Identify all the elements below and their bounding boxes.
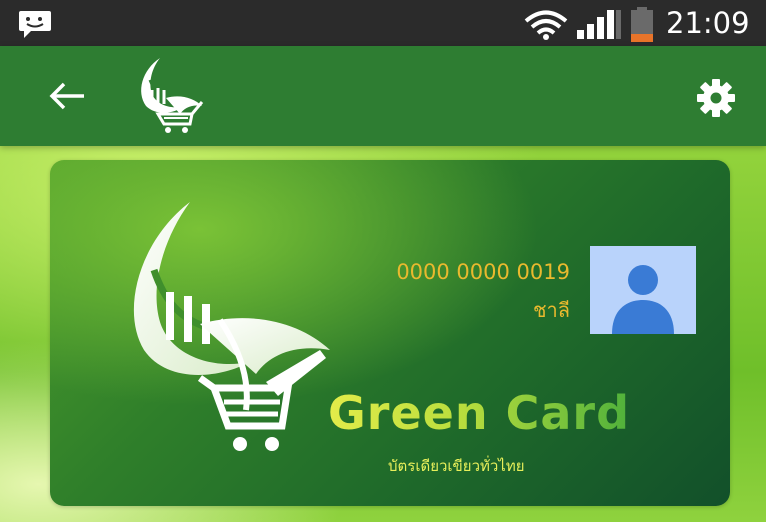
content-area: 0000 0000 0019 ชาลี Green Card บัตรเดียว… <box>0 146 766 522</box>
green-leaf-cart-logo <box>100 200 340 474</box>
brand-tagline: บัตรเดียวเขียวทั่วไทย <box>388 457 525 475</box>
settings-button[interactable] <box>694 76 738 120</box>
green-card: 0000 0000 0019 ชาลี Green Card บัตรเดียว… <box>50 160 730 506</box>
battery-icon <box>630 7 654 47</box>
status-time: 21:09 <box>666 6 750 40</box>
brand-name: Green Card <box>328 386 631 440</box>
app-bar <box>0 46 766 146</box>
card-number: 0000 0000 0019 <box>396 260 570 284</box>
back-button[interactable] <box>40 74 92 118</box>
person-icon <box>590 265 696 338</box>
status-bar: 21:09 <box>0 0 766 46</box>
card-holder-name: ชาลี <box>532 298 570 322</box>
message-icon <box>18 10 52 42</box>
wifi-icon <box>523 10 569 44</box>
signal-icon <box>575 8 623 44</box>
app-logo <box>130 54 216 144</box>
avatar <box>590 246 696 334</box>
gear-icon <box>694 79 738 124</box>
back-arrow-icon <box>40 82 92 122</box>
